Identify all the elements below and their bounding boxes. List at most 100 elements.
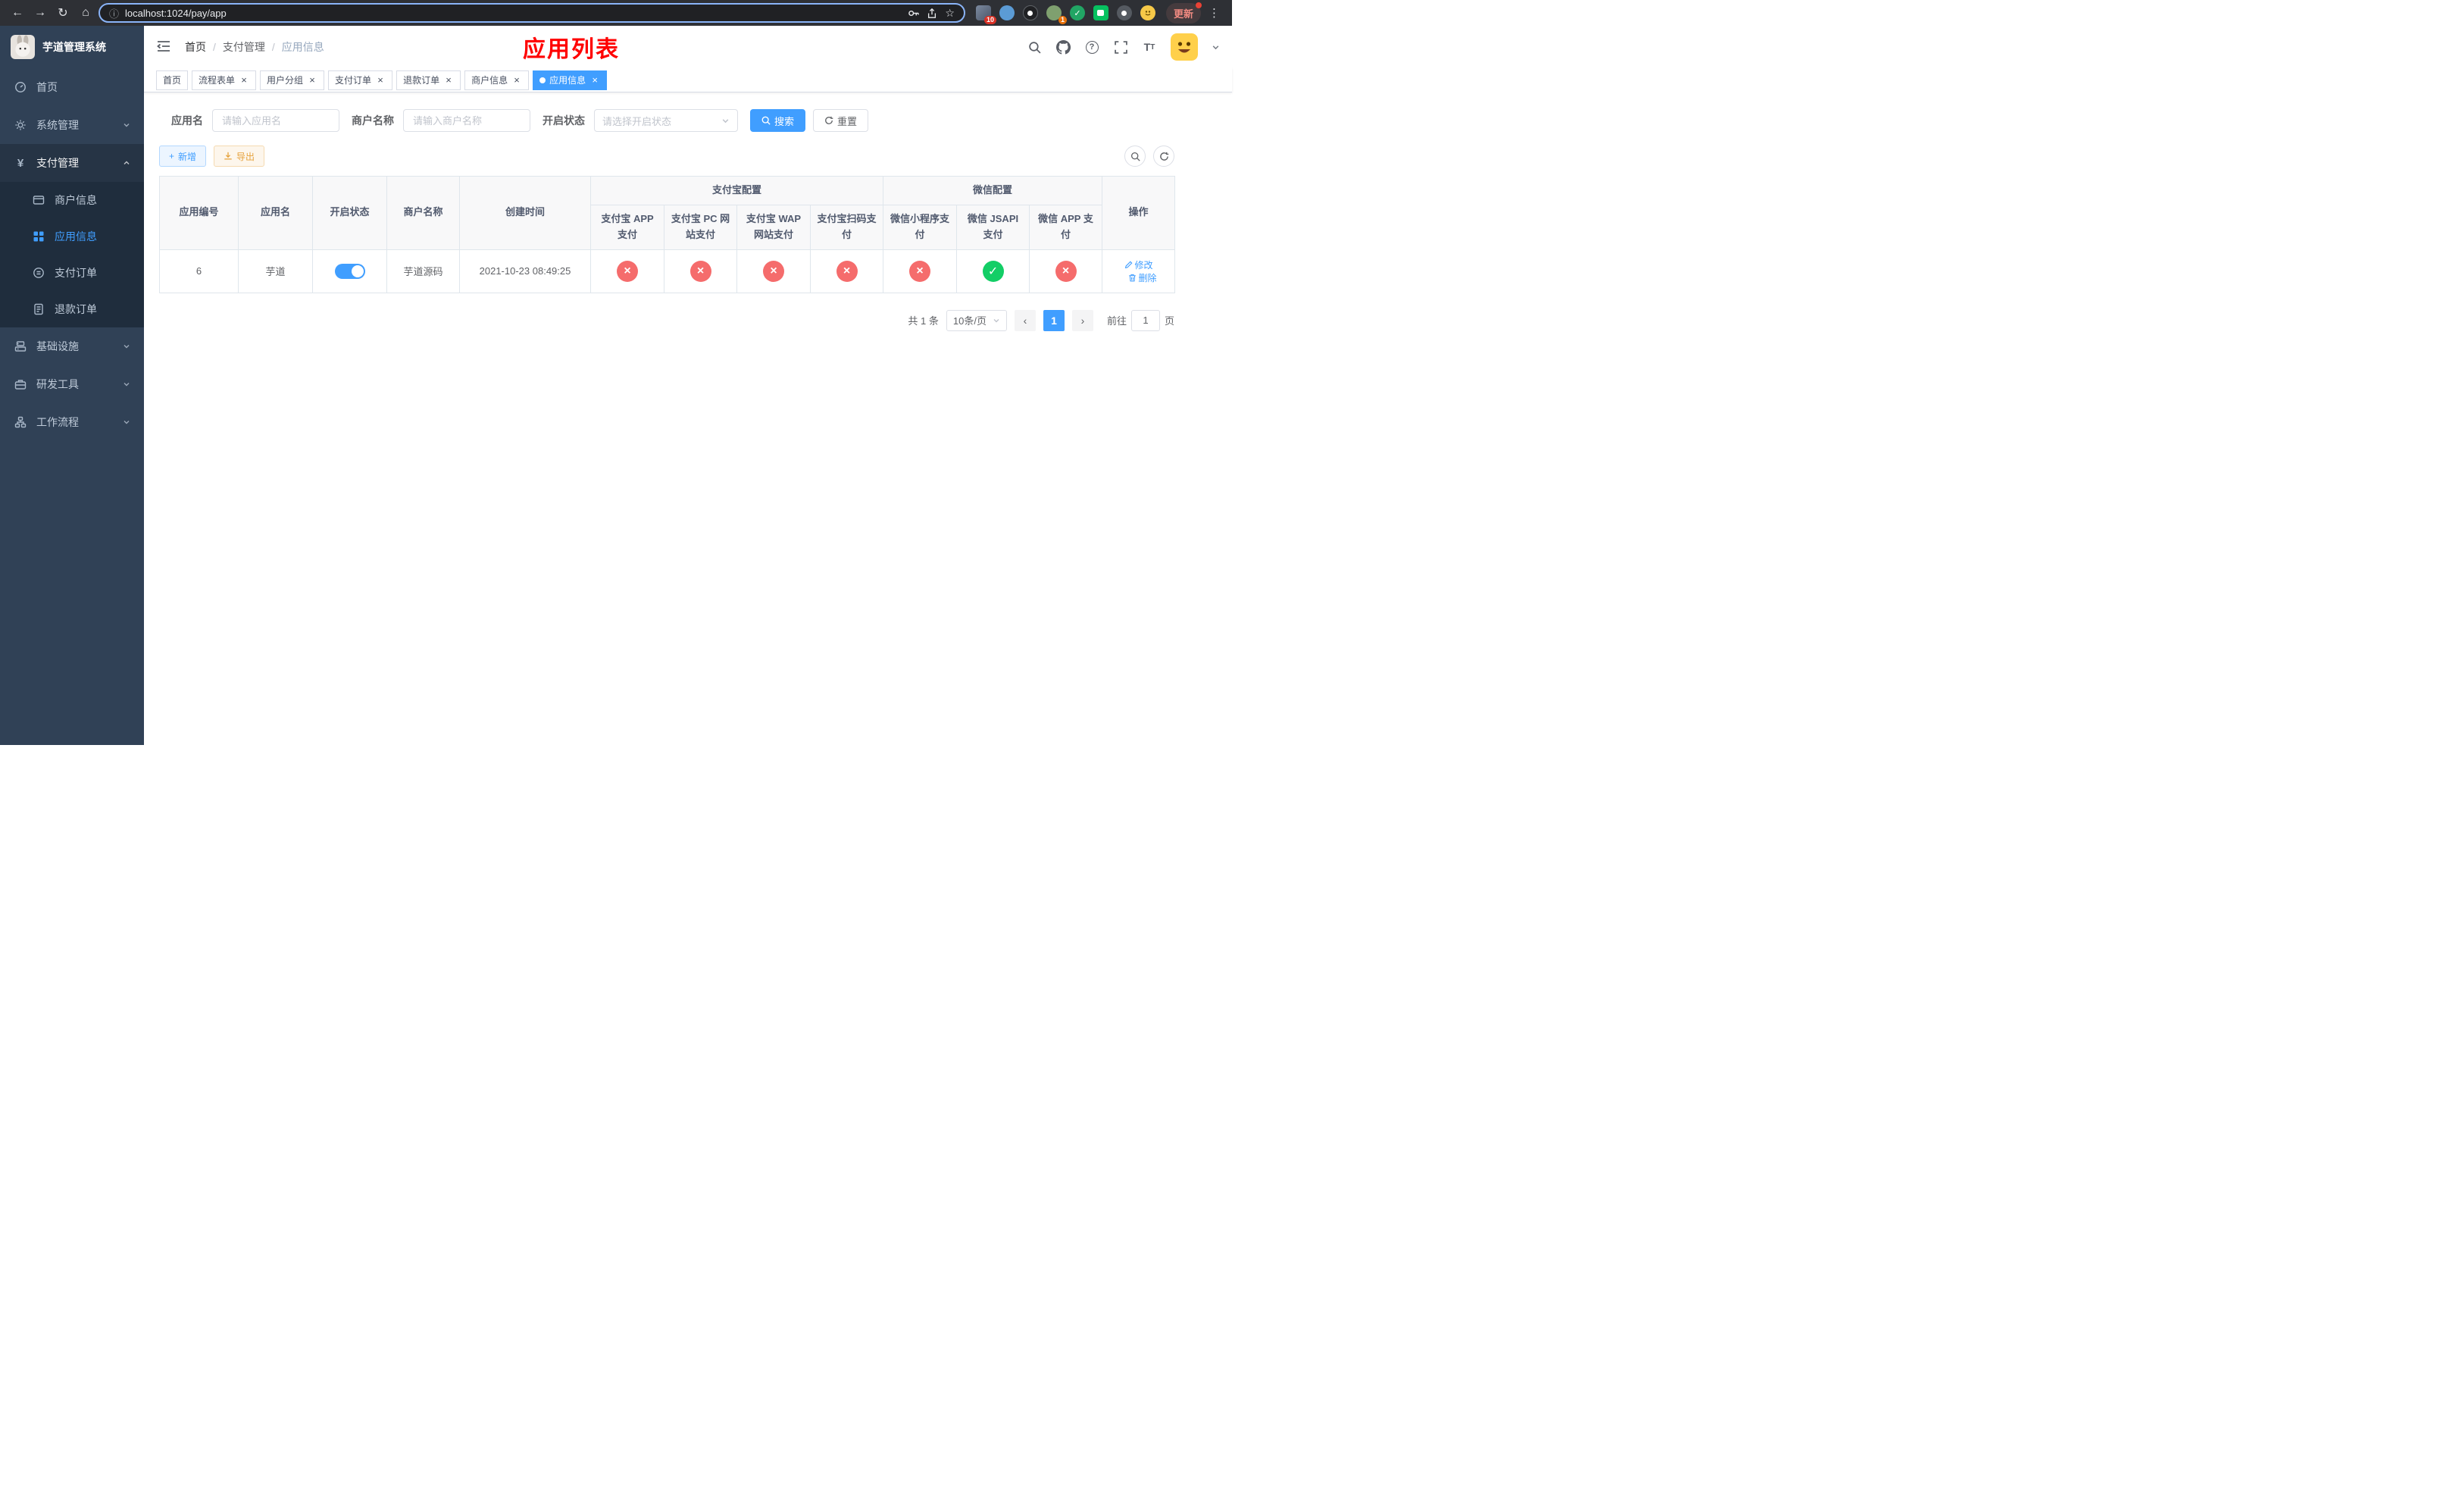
browser-menu-icon[interactable]: ⋮	[1204, 6, 1224, 20]
extension-pin-icon[interactable]	[1116, 5, 1132, 20]
prev-page-button[interactable]: ‹	[1014, 309, 1036, 331]
goto-page-input[interactable]	[1130, 309, 1160, 331]
sidebar-item-home[interactable]: 首页	[0, 68, 144, 106]
fullscreen-icon[interactable]	[1113, 39, 1128, 55]
address-bar[interactable]: ⓘ localhost:1024/pay/app ☆	[98, 3, 965, 23]
edit-link-label: 修改	[1134, 259, 1153, 271]
tab-close-icon[interactable]: ×	[443, 75, 454, 86]
config-disabled-icon: ×	[763, 260, 784, 282]
status-label: 开启状态	[543, 114, 585, 127]
sidebar-item-app-info[interactable]: 应用信息	[0, 218, 144, 255]
delete-link[interactable]: 删除	[1128, 271, 1157, 284]
tab-close-icon[interactable]: ×	[511, 75, 522, 86]
sidebar-item-label: 工作流程	[36, 416, 79, 428]
browser-reload-icon[interactable]: ↻	[53, 3, 73, 23]
edit-pencil-icon	[1124, 261, 1132, 268]
extension-badge-count: 1	[1058, 16, 1067, 24]
config-status-cell: ×	[883, 249, 958, 293]
refresh-table-button[interactable]	[1153, 146, 1174, 167]
payment-submenu: 商户信息 应用信息 支付订单 退款订单	[0, 182, 144, 327]
col-header-merchant: 商户名称	[386, 176, 460, 250]
status-select[interactable]: 请选择开启状态	[594, 109, 738, 132]
password-key-icon[interactable]	[908, 8, 920, 19]
tab-应用信息[interactable]: 应用信息 ×	[533, 70, 608, 90]
tab-close-icon[interactable]: ×	[239, 75, 249, 86]
bookmark-star-icon[interactable]: ☆	[945, 7, 955, 20]
page-size-select[interactable]: 10条/页	[946, 309, 1007, 331]
extensions-area: 10 1 ✓	[968, 5, 1163, 24]
extension-icon-2[interactable]	[999, 5, 1015, 20]
export-button[interactable]: 导出	[214, 146, 265, 167]
sidebar-collapse-icon[interactable]	[156, 39, 173, 55]
user-avatar[interactable]	[1171, 33, 1198, 61]
sidebar-item-label: 支付管理	[36, 157, 79, 169]
grid-icon	[32, 230, 45, 243]
extension-avatar-icon[interactable]: 1	[1046, 5, 1067, 24]
extension-check-icon[interactable]: ✓	[1069, 5, 1085, 20]
sidebar-item-dev-tools[interactable]: 研发工具	[0, 365, 144, 403]
tab-退款订单[interactable]: 退款订单 ×	[396, 70, 461, 90]
goto-label: 前往	[1106, 315, 1127, 327]
page-size-value: 10条/页	[952, 315, 987, 327]
tab-支付订单[interactable]: 支付订单 ×	[328, 70, 393, 90]
refresh-icon	[825, 116, 833, 124]
browser-home-icon[interactable]: ⌂	[76, 3, 95, 23]
toggle-search-button[interactable]	[1124, 146, 1146, 167]
tab-close-icon[interactable]: ×	[375, 75, 386, 86]
edit-link[interactable]: 修改	[1124, 258, 1153, 271]
extension-chat-icon[interactable]	[1093, 5, 1108, 20]
col-group-alipay: 支付宝配置	[589, 176, 884, 205]
config-status-cell: ×	[809, 249, 884, 293]
add-button[interactable]: + 新增	[159, 146, 207, 167]
app-name-input[interactable]	[212, 109, 339, 132]
status-toggle[interactable]	[334, 263, 365, 279]
config-disabled-icon: ×	[689, 260, 711, 282]
refresh-icon	[1159, 152, 1168, 161]
breadcrumb-home[interactable]: 首页	[185, 39, 206, 55]
question-glyph: ?	[1085, 40, 1099, 54]
github-icon[interactable]	[1055, 39, 1071, 55]
sidebar-item-workflow[interactable]: 工作流程	[0, 403, 144, 441]
config-disabled-icon: ×	[1055, 260, 1077, 282]
browser-back-icon[interactable]: ←	[8, 3, 27, 23]
page-number-button[interactable]: 1	[1043, 309, 1065, 331]
url-text[interactable]: localhost:1024/pay/app	[125, 8, 902, 19]
next-page-button[interactable]: ›	[1071, 309, 1093, 331]
breadcrumb-payment: 支付管理	[222, 41, 265, 53]
extension-icon-3[interactable]	[1022, 5, 1038, 20]
tags-view: 首页 流程表单 × 用户分组 × 支付订单 × 退款订单 × 商户信息 × 应用信息 ×	[144, 68, 1232, 92]
goto-page: 前往 页	[1106, 309, 1174, 331]
font-size-icon[interactable]: TT	[1142, 39, 1157, 55]
sidebar-item-infrastructure[interactable]: 基础设施	[0, 327, 144, 365]
sidebar-item-refund-orders[interactable]: 退款订单	[0, 291, 144, 327]
sidebar-item-label: 应用信息	[55, 230, 97, 243]
tab-close-icon[interactable]: ×	[307, 75, 317, 86]
sidebar-item-label: 首页	[36, 81, 58, 93]
sidebar-item-merchant-info[interactable]: 商户信息	[0, 182, 144, 218]
tab-流程表单[interactable]: 流程表单 ×	[192, 70, 257, 90]
sidebar-item-payment[interactable]: ¥ 支付管理	[0, 144, 144, 182]
merchant-name-input[interactable]	[403, 109, 530, 132]
search-button[interactable]: 搜索	[750, 109, 806, 132]
extension-icon-1[interactable]: 10	[975, 5, 996, 24]
help-icon[interactable]: ?	[1084, 39, 1099, 55]
config-status-cell: ×	[664, 249, 737, 293]
share-icon[interactable]	[927, 8, 937, 19]
site-info-icon[interactable]: ⓘ	[109, 6, 119, 20]
dashboard-icon	[14, 80, 27, 94]
browser-update-button[interactable]: 更新	[1165, 2, 1202, 23]
tab-close-icon[interactable]: ×	[589, 75, 600, 86]
sidebar-item-system[interactable]: 系统管理	[0, 106, 144, 144]
browser-forward-icon[interactable]: →	[30, 3, 50, 23]
config-disabled-icon: ×	[836, 260, 858, 282]
avatar-caret-down-icon[interactable]	[1212, 43, 1220, 52]
tab-用户分组[interactable]: 用户分组 ×	[260, 70, 325, 90]
extension-face-icon[interactable]	[1140, 5, 1155, 20]
col-header-alipay-qr: 支付宝扫码支付	[809, 205, 884, 250]
pin-glyph	[1121, 10, 1127, 16]
tab-商户信息[interactable]: 商户信息 ×	[464, 70, 530, 90]
reset-button[interactable]: 重置	[813, 109, 869, 132]
search-icon[interactable]	[1027, 39, 1042, 55]
tab-首页[interactable]: 首页	[156, 70, 189, 90]
sidebar-item-pay-orders[interactable]: 支付订单	[0, 255, 144, 291]
